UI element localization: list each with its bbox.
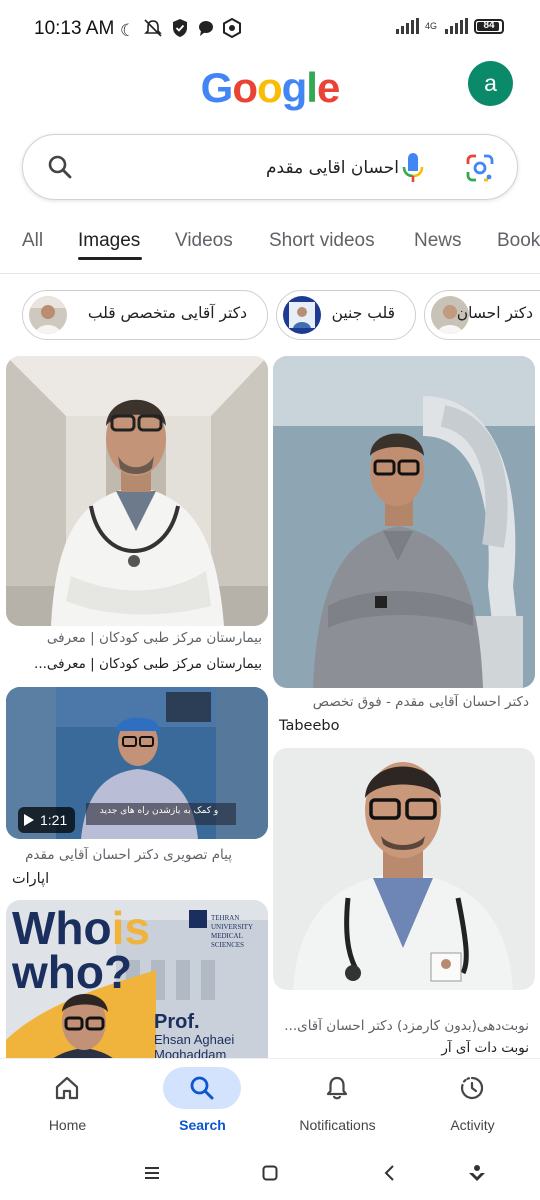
nav-activity-label: Activity: [450, 1117, 495, 1133]
nav-notifications[interactable]: Notifications: [270, 1059, 405, 1145]
tab-news[interactable]: News: [414, 230, 462, 252]
nav-notifications-label: Notifications: [299, 1117, 376, 1133]
university-name: TEHRAN UNIVERSITY MEDICAL SCIENCES: [211, 914, 253, 949]
logo-letter: l: [306, 64, 318, 111]
home-square-icon[interactable]: [255, 1158, 285, 1188]
tab-images[interactable]: Images: [78, 230, 140, 252]
account-avatar[interactable]: a: [468, 61, 513, 106]
image-result[interactable]: Whois who? TEHRAN UNIVERSITY MEDICAL SCI…: [6, 900, 268, 1058]
result-source: Tabeebo: [279, 718, 340, 734]
home-icon: [55, 1076, 79, 1100]
result-image: [273, 356, 535, 688]
status-icons-right: 4G 84: [395, 18, 504, 34]
nav-search-label: Search: [179, 1117, 226, 1133]
chip-label: قلب جنین: [331, 304, 395, 322]
result-image: [6, 356, 268, 626]
google-lens-icon[interactable]: [465, 153, 495, 183]
logo-letter: e: [316, 64, 340, 111]
chip-thumbnail: [29, 296, 67, 334]
shield-check-icon: [171, 18, 189, 44]
video-duration-badge: 1:21: [18, 807, 76, 833]
status-icons-left: ☾: [120, 17, 242, 44]
bottom-navigation: Home Search Notifications Activity: [0, 1058, 540, 1144]
status-bar: 10:13 AM ☾ 4G 84: [0, 0, 540, 60]
logo-letter: G: [200, 64, 234, 111]
video-overlay-text: و کمک به بازشدن راه های جدید: [99, 806, 219, 816]
system-navigation-bar: [0, 1144, 540, 1200]
search-input[interactable]: [89, 153, 399, 183]
back-icon[interactable]: [375, 1158, 405, 1188]
image-result[interactable]: نوبت‌دهی(بدون کارمزد) دکتر احسان آقای...…: [273, 748, 535, 1058]
related-chips: دکتر آقایی متخصص قلب قلب جنین دکتر احسان: [0, 290, 540, 340]
silent-icon: [143, 18, 163, 44]
chat-icon: [197, 19, 215, 43]
chip-label: دکتر احسان: [456, 304, 533, 322]
signal-icon: [395, 18, 419, 34]
google-logo: Google: [0, 64, 540, 112]
search-icon: [190, 1076, 214, 1100]
article-headline: Whois who?: [12, 902, 150, 998]
nav-search[interactable]: Search: [135, 1059, 270, 1145]
chip-fetal-heart[interactable]: قلب جنین: [276, 290, 416, 340]
result-image: Whois who? TEHRAN UNIVERSITY MEDICAL SCI…: [6, 900, 268, 1058]
result-source: نوبت دات آی آر: [441, 1040, 529, 1056]
result-source: آپارات: [12, 871, 50, 887]
logo-letter: o: [232, 64, 258, 111]
chip-heart-specialist[interactable]: دکتر آقایی متخصص قلب: [22, 290, 268, 340]
result-video-thumbnail: و کمک به بازشدن راه های جدید 1:21: [6, 687, 268, 839]
assistant-icon[interactable]: [462, 1158, 492, 1188]
chip-doctor-ehsan[interactable]: دکتر احسان: [424, 290, 540, 340]
chip-thumbnail: [283, 296, 321, 334]
activity-icon: [460, 1076, 484, 1100]
video-result[interactable]: و کمک به بازشدن راه های جدید 1:21 پیام ت…: [6, 687, 268, 893]
result-caption: نوبت‌دهی(بدون کارمزد) دکتر احسان آقای...: [284, 1018, 529, 1034]
microphone-icon[interactable]: [401, 151, 425, 185]
video-duration: 1:21: [40, 812, 68, 828]
signal-icon-2: [445, 18, 468, 34]
hexagon-app-icon: [223, 17, 242, 44]
play-icon: [24, 814, 34, 826]
image-result[interactable]: بیمارستان مرکز طبی کودکان | معرفی بیمارس…: [6, 356, 268, 682]
professor-name: Prof. Ehsan Aghaei Moghaddam: [154, 1011, 235, 1058]
search-icon[interactable]: [47, 154, 73, 180]
active-tab-indicator: [78, 257, 142, 260]
result-image: [273, 748, 535, 990]
moon-icon: ☾: [120, 21, 136, 40]
result-caption-2: بیمارستان مرکز طبی کودکان | معرفی...: [34, 656, 262, 672]
battery-icon: 84: [474, 18, 504, 34]
tab-short-videos[interactable]: Short videos: [269, 230, 375, 252]
search-bar[interactable]: [22, 134, 518, 200]
status-time: 10:13 AM: [34, 18, 115, 39]
network-type: 4G: [424, 20, 437, 31]
nav-home-label: Home: [48, 1117, 87, 1133]
battery-level: 84: [483, 19, 495, 31]
result-caption: پیام تصویری دکتر احسان آقایی مقدم: [25, 847, 232, 863]
nav-home[interactable]: Home: [0, 1059, 135, 1145]
recents-icon[interactable]: [137, 1158, 167, 1188]
logo-letter: o: [256, 64, 283, 111]
bell-icon: [326, 1076, 348, 1100]
search-tabs: All Images Videos Short videos News Book: [0, 226, 540, 274]
image-results-grid: بیمارستان مرکز طبی کودکان | معرفی بیمارس…: [0, 356, 540, 1058]
result-caption: دکتر احسان آقایی مقدم - فوق تخصص: [312, 694, 529, 710]
result-caption: بیمارستان مرکز طبی کودکان | معرفی: [46, 630, 262, 646]
tab-videos[interactable]: Videos: [175, 230, 233, 252]
chip-label: دکتر آقایی متخصص قلب: [87, 304, 247, 322]
logo-letter: g: [281, 64, 308, 111]
tab-books[interactable]: Book: [497, 230, 540, 252]
tab-all[interactable]: All: [22, 230, 43, 252]
nav-activity[interactable]: Activity: [405, 1059, 540, 1145]
image-result[interactable]: دکتر احسان آقایی مقدم - فوق تخصص Tabeebo: [273, 356, 535, 740]
